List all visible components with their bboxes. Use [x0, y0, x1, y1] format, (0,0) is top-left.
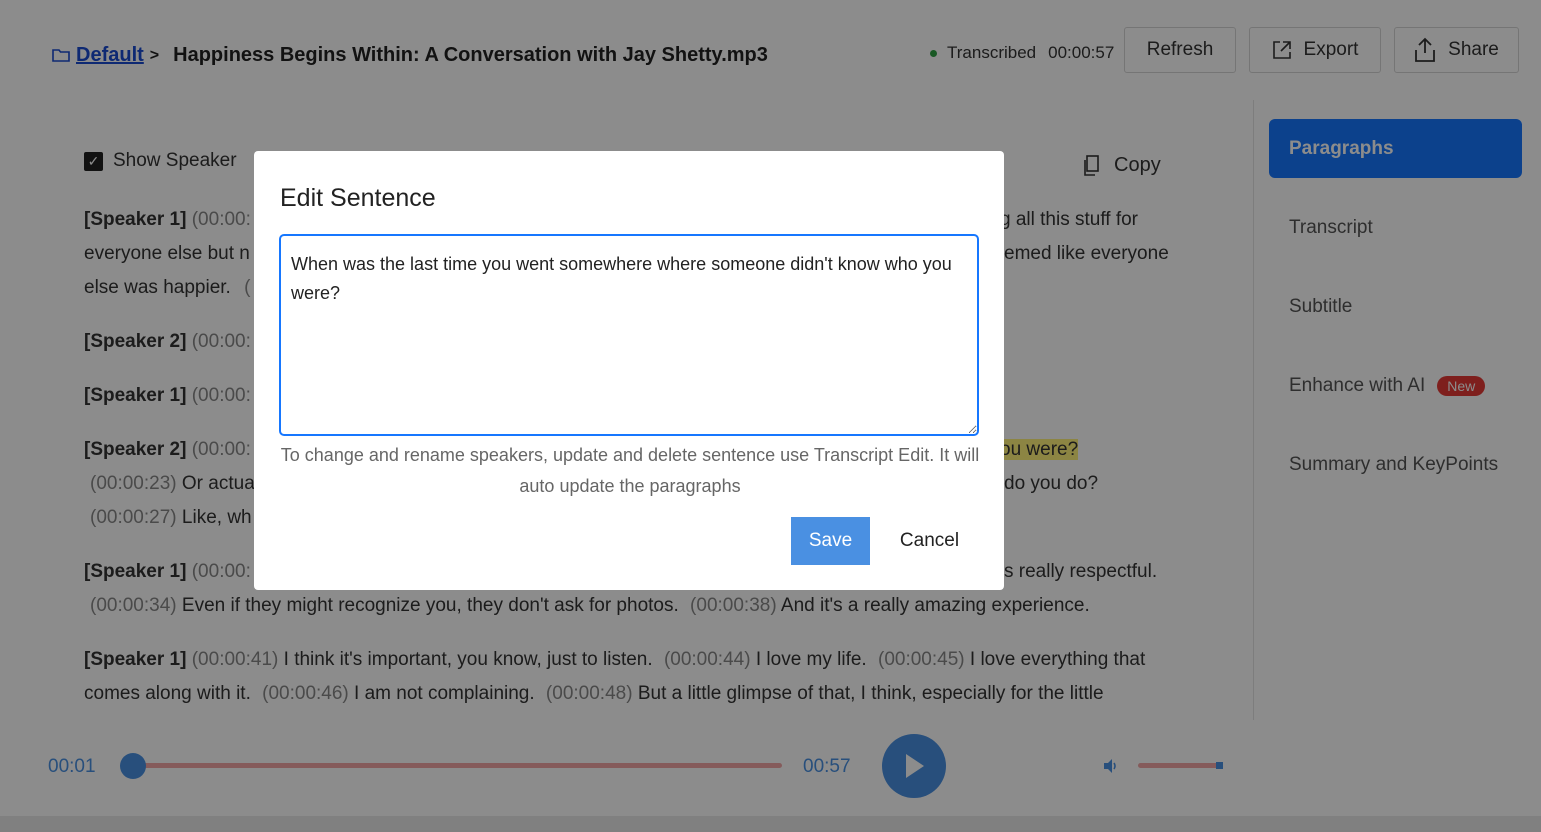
- dialog-title: Edit Sentence: [280, 184, 436, 212]
- sentence-textarea[interactable]: When was the last time you went somewher…: [279, 234, 979, 436]
- edit-sentence-dialog: Edit Sentence When was the last time you…: [254, 151, 1004, 590]
- cancel-button[interactable]: Cancel: [882, 517, 977, 565]
- save-button[interactable]: Save: [791, 517, 870, 565]
- dialog-hint: To change and rename speakers, update an…: [280, 445, 980, 496]
